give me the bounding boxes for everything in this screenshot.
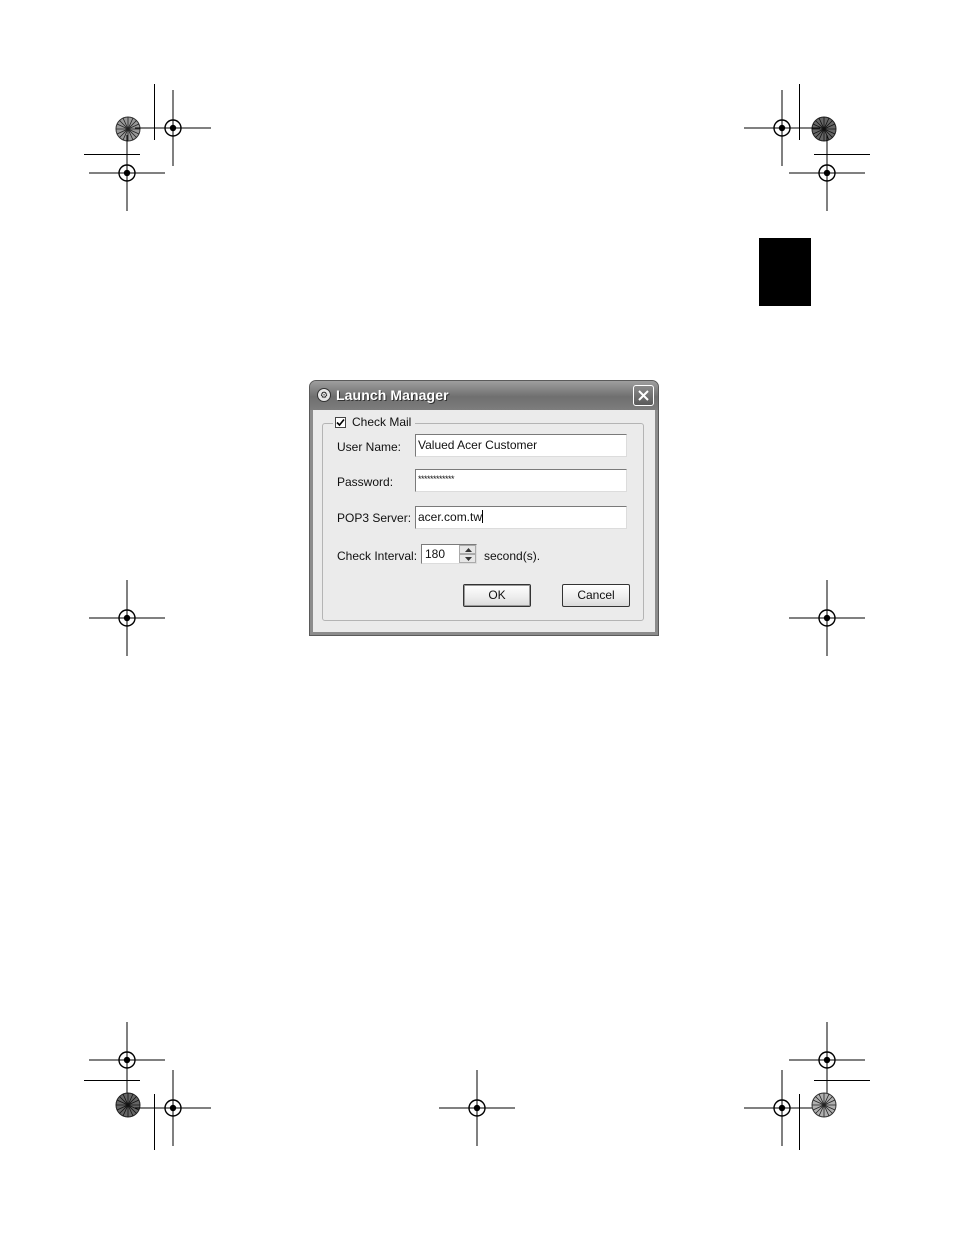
pop3-server-input[interactable]: acer.com.tw bbox=[415, 506, 627, 529]
registration-target-icon bbox=[89, 580, 165, 656]
password-label: Password: bbox=[337, 475, 394, 489]
close-icon bbox=[638, 390, 649, 401]
registration-target-icon bbox=[789, 580, 865, 656]
close-button[interactable] bbox=[633, 385, 654, 406]
registration-target-icon bbox=[135, 1070, 211, 1146]
spin-down-button[interactable] bbox=[459, 554, 476, 563]
spin-buttons bbox=[459, 545, 476, 563]
check-interval-stepper[interactable]: 180 bbox=[421, 544, 477, 564]
spin-down-icon bbox=[465, 557, 472, 561]
registration-target-icon bbox=[439, 1070, 515, 1146]
launch-manager-icon: ⚙ bbox=[317, 388, 331, 402]
launch-manager-dialog: ⚙ Launch Manager Check Mail User Name: V… bbox=[309, 380, 659, 636]
checkmark-icon bbox=[336, 418, 345, 426]
check-mail-toggle[interactable]: Check Mail bbox=[333, 415, 416, 429]
user-name-input[interactable]: Valued Acer Customer bbox=[415, 434, 627, 457]
ok-button[interactable]: OK bbox=[463, 584, 531, 607]
dialog-client-area: Check Mail User Name: Valued Acer Custom… bbox=[313, 410, 655, 632]
interval-unit-label: second(s). bbox=[484, 549, 541, 563]
registration-target-icon bbox=[789, 135, 865, 211]
dialog-title: Launch Manager bbox=[336, 387, 449, 403]
password-input[interactable]: ************ bbox=[415, 469, 627, 492]
pop3-server-value: acer.com.tw bbox=[418, 510, 483, 524]
spin-up-icon bbox=[465, 548, 472, 552]
registration-target-icon bbox=[89, 135, 165, 211]
text-caret bbox=[482, 510, 484, 523]
check-interval-label: Check Interval: bbox=[337, 549, 418, 563]
check-mail-checkbox[interactable] bbox=[335, 416, 346, 428]
spin-up-button[interactable] bbox=[459, 545, 476, 554]
pop3-server-label: POP3 Server: bbox=[337, 511, 412, 525]
user-name-label: User Name: bbox=[337, 440, 402, 454]
dialog-titlebar[interactable]: ⚙ Launch Manager bbox=[310, 381, 658, 410]
check-mail-label: Check Mail bbox=[352, 415, 412, 429]
chapter-tab-marker bbox=[759, 238, 811, 306]
cancel-button[interactable]: Cancel bbox=[562, 584, 630, 607]
registration-target-icon bbox=[744, 1070, 820, 1146]
check-interval-value: 180 bbox=[425, 547, 446, 561]
color-starburst-icon bbox=[811, 1092, 837, 1118]
